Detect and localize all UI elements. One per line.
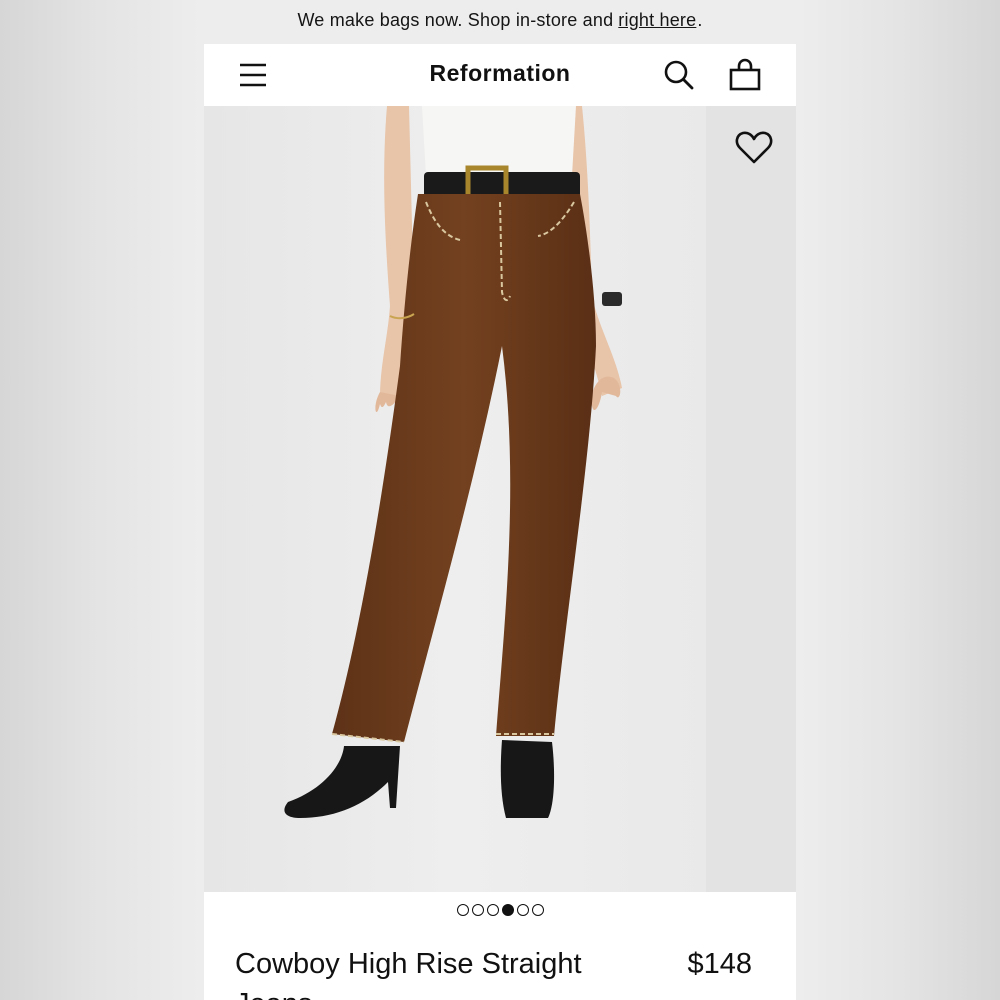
search-icon bbox=[664, 60, 694, 90]
carousel-dot[interactable] bbox=[516, 904, 529, 916]
carousel-dots bbox=[204, 904, 796, 916]
product-photo[interactable] bbox=[204, 106, 706, 892]
search-button[interactable] bbox=[662, 58, 696, 92]
carousel-dot[interactable] bbox=[531, 904, 544, 916]
carousel-dot[interactable] bbox=[486, 904, 499, 916]
shopping-bag-icon bbox=[729, 58, 761, 91]
cart-button[interactable] bbox=[728, 58, 762, 92]
carousel-dot[interactable] bbox=[456, 904, 469, 916]
heart-icon bbox=[735, 131, 773, 164]
announcement-suffix: . bbox=[697, 9, 703, 30]
product-price: $148 bbox=[687, 948, 752, 980]
announcement-text: We make bags now. Shop in-store and bbox=[297, 9, 614, 30]
wishlist-button[interactable] bbox=[734, 128, 774, 168]
product-page: Reformation Cowboy High Rise Straight $1… bbox=[204, 44, 796, 1000]
carousel-dot[interactable] bbox=[471, 904, 484, 916]
site-header: Reformation bbox=[204, 44, 796, 106]
announcement-bar: We make bags now. Shop in-store and righ… bbox=[0, 0, 1000, 40]
carousel-dot-active[interactable] bbox=[501, 904, 514, 916]
product-title: Cowboy High Rise Straight Jeans bbox=[235, 948, 582, 1000]
brand-logo[interactable]: Reformation bbox=[204, 60, 796, 87]
announcement-link[interactable]: right here bbox=[618, 10, 696, 31]
product-image-gallery[interactable] bbox=[204, 106, 796, 892]
next-photo-peek[interactable] bbox=[706, 106, 796, 892]
model-wearing-jeans-image bbox=[204, 106, 706, 892]
